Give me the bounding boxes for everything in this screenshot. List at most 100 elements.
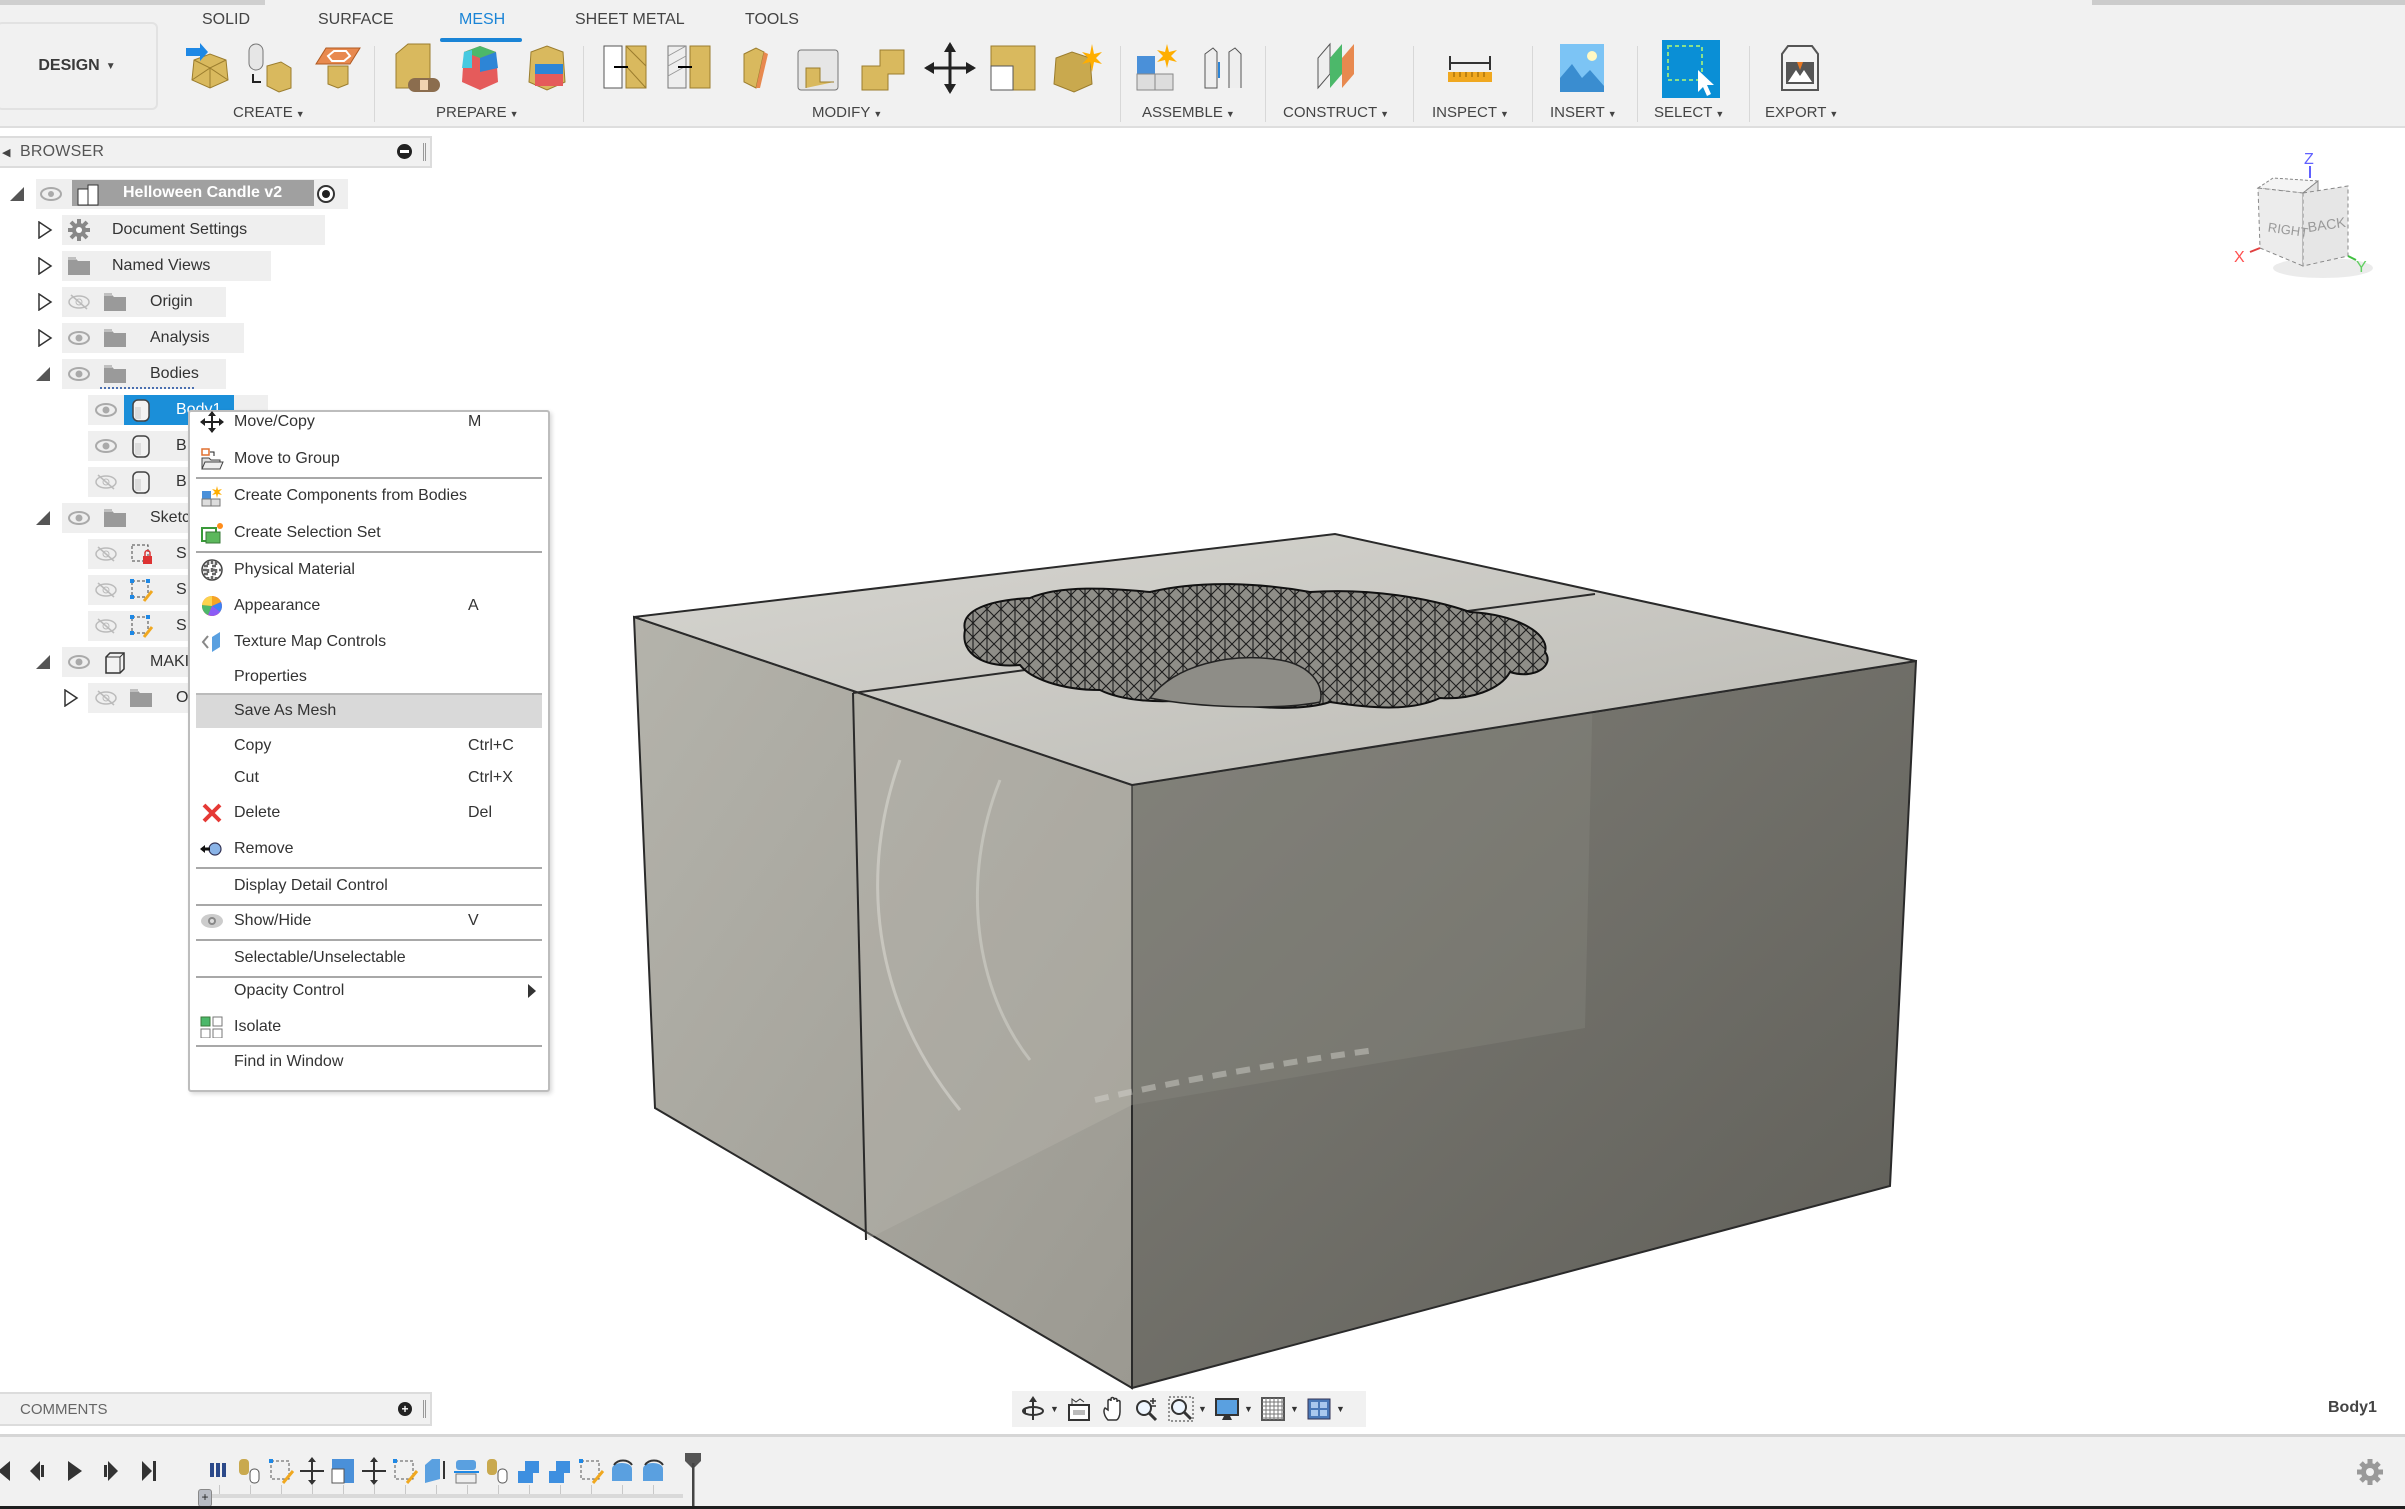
move-feature-icon[interactable] [360,1457,388,1485]
step-forward-icon[interactable] [100,1459,122,1483]
assemble-menu[interactable]: ASSEMBLE ▼ [1142,104,1235,121]
menu-item-display-detail-control[interactable]: Display Detail Control [196,869,542,903]
menu-item-create-selection-set[interactable]: Create Selection Set [196,516,542,550]
chevron-down-icon[interactable]: ▼ [1050,1404,1062,1414]
tab-surface[interactable]: SURFACE [318,11,394,29]
combine-feature-icon[interactable] [515,1457,543,1485]
separate-icon[interactable] [987,42,1039,94]
grid-button[interactable] [1256,1394,1290,1424]
timeline-marker[interactable] [684,1453,702,1507]
menu-item-save-as-mesh[interactable]: Save As Mesh [196,693,542,728]
move-feature-icon[interactable] [298,1457,326,1485]
joint-icon[interactable] [1197,42,1249,94]
eye-icon[interactable] [95,438,117,454]
mesh-feature-icon[interactable] [608,1457,636,1485]
tree-item[interactable]: Bodies [0,359,300,389]
sketch-feature-icon[interactable] [391,1457,419,1485]
display-settings-button[interactable] [1210,1394,1244,1424]
orbit-button[interactable] [1016,1394,1050,1424]
tab-mesh[interactable]: MESH [459,11,505,29]
remesh-icon[interactable] [600,42,652,94]
menu-item-move-to-group[interactable]: Move to Group [196,442,542,476]
shell-icon[interactable] [794,42,846,94]
generate-face-groups-icon[interactable] [454,42,506,94]
chevron-down-icon[interactable]: ▼ [1198,1404,1210,1414]
select-icon[interactable] [1662,40,1720,98]
eye-hidden-icon[interactable] [68,294,90,310]
mesh-feature-icon[interactable] [639,1457,667,1485]
step-back-icon[interactable] [28,1459,50,1483]
eye-hidden-icon[interactable] [95,582,117,598]
tab-sheet-metal[interactable]: SHEET METAL [575,11,685,29]
collapsed-triangle-icon[interactable] [36,329,54,347]
menu-item-cut[interactable]: Cut Ctrl+X [196,761,542,795]
fit-button[interactable] [1164,1394,1198,1424]
tab-solid[interactable]: SOLID [202,11,250,29]
split-feature-icon[interactable] [453,1457,481,1485]
tessellate-icon[interactable] [243,42,295,94]
look-at-button[interactable] [1062,1394,1096,1424]
menu-item-copy[interactable]: Copy Ctrl+C [196,729,542,763]
menu-item-properties[interactable]: Properties [196,660,542,694]
expanded-triangle-icon[interactable] [34,509,52,527]
panel-resize-handle[interactable] [423,143,426,161]
eye-icon[interactable] [68,366,90,382]
menu-item-move-copy[interactable]: Move/Copy M [196,405,542,439]
collapse-triangle-icon[interactable]: ◀ [2,146,18,159]
combine-icon[interactable] [858,42,910,94]
3d-print-icon[interactable] [1774,42,1826,94]
measure-icon[interactable] [1444,42,1496,94]
panel-resize-handle[interactable] [423,1400,426,1418]
gear-icon[interactable] [2355,1457,2385,1487]
modify-menu[interactable]: MODIFY ▼ [812,104,882,121]
menu-item-find-in-window[interactable]: Find in Window [196,1045,542,1079]
collapsed-triangle-icon[interactable] [36,293,54,311]
convert-mesh-icon[interactable] [1050,42,1102,94]
insert-mesh-icon[interactable] [184,42,236,94]
collapsed-triangle-icon[interactable] [62,689,80,707]
expanded-triangle-icon[interactable] [34,365,52,383]
eye-hidden-icon[interactable] [95,618,117,634]
eye-hidden-icon[interactable] [95,690,117,706]
tree-root-row[interactable]: Helloween Candle v2 [0,179,350,209]
expanded-triangle-icon[interactable] [8,185,26,203]
combine-feature-icon[interactable] [546,1457,574,1485]
menu-item-create-components-from-bodies[interactable]: Create Components from Bodies [196,479,542,513]
add-comment-icon[interactable]: + [398,1402,412,1416]
shell-feature-icon[interactable] [329,1457,357,1485]
move-copy-icon[interactable] [924,42,976,94]
eye-icon[interactable] [95,402,117,418]
sketch-feature-icon[interactable] [577,1457,605,1485]
viewcube[interactable]: RIGHT BACK Z X Y [2228,148,2398,288]
chevron-down-icon[interactable]: ▼ [1244,1404,1256,1414]
eye-hidden-icon[interactable] [95,474,117,490]
repair-icon[interactable] [390,42,442,94]
menu-item-physical-material[interactable]: Physical Material [196,553,542,587]
collapsed-triangle-icon[interactable] [36,257,54,275]
timeline-track[interactable] [205,1494,683,1498]
menu-item-show-hide[interactable]: Show/Hide V [196,904,542,938]
tree-item[interactable]: Analysis [0,323,300,353]
reduce-icon[interactable] [664,42,716,94]
prepare-menu[interactable]: PREPARE ▼ [436,104,519,121]
collapsed-triangle-icon[interactable] [36,221,54,239]
expanded-triangle-icon[interactable] [34,653,52,671]
menu-item-isolate[interactable]: Isolate [196,1010,542,1044]
menu-item-selectable-unselectable[interactable]: Selectable/Unselectable [196,941,542,975]
menu-item-delete[interactable]: Delete Del [196,796,542,830]
go-to-end-icon[interactable] [138,1459,160,1483]
extrude-feature-icon[interactable] [422,1457,450,1485]
eye-icon[interactable] [40,186,62,202]
insert-image-icon[interactable] [1556,42,1608,94]
insert-menu[interactable]: INSERT ▼ [1550,104,1617,121]
construct-menu[interactable]: CONSTRUCT ▼ [1283,104,1389,121]
eye-icon[interactable] [68,330,90,346]
select-menu[interactable]: SELECT ▼ [1654,104,1724,121]
tessellate-feature-icon[interactable] [484,1457,512,1485]
go-to-start-icon[interactable] [0,1459,16,1483]
sketch-feature-icon[interactable] [267,1457,295,1485]
comments-panel-header[interactable]: COMMENTS + [0,1392,432,1426]
tree-item[interactable]: Named Views [0,251,300,281]
timeline-start-handle[interactable]: + [198,1489,212,1507]
chevron-down-icon[interactable]: ▼ [1336,1404,1348,1414]
